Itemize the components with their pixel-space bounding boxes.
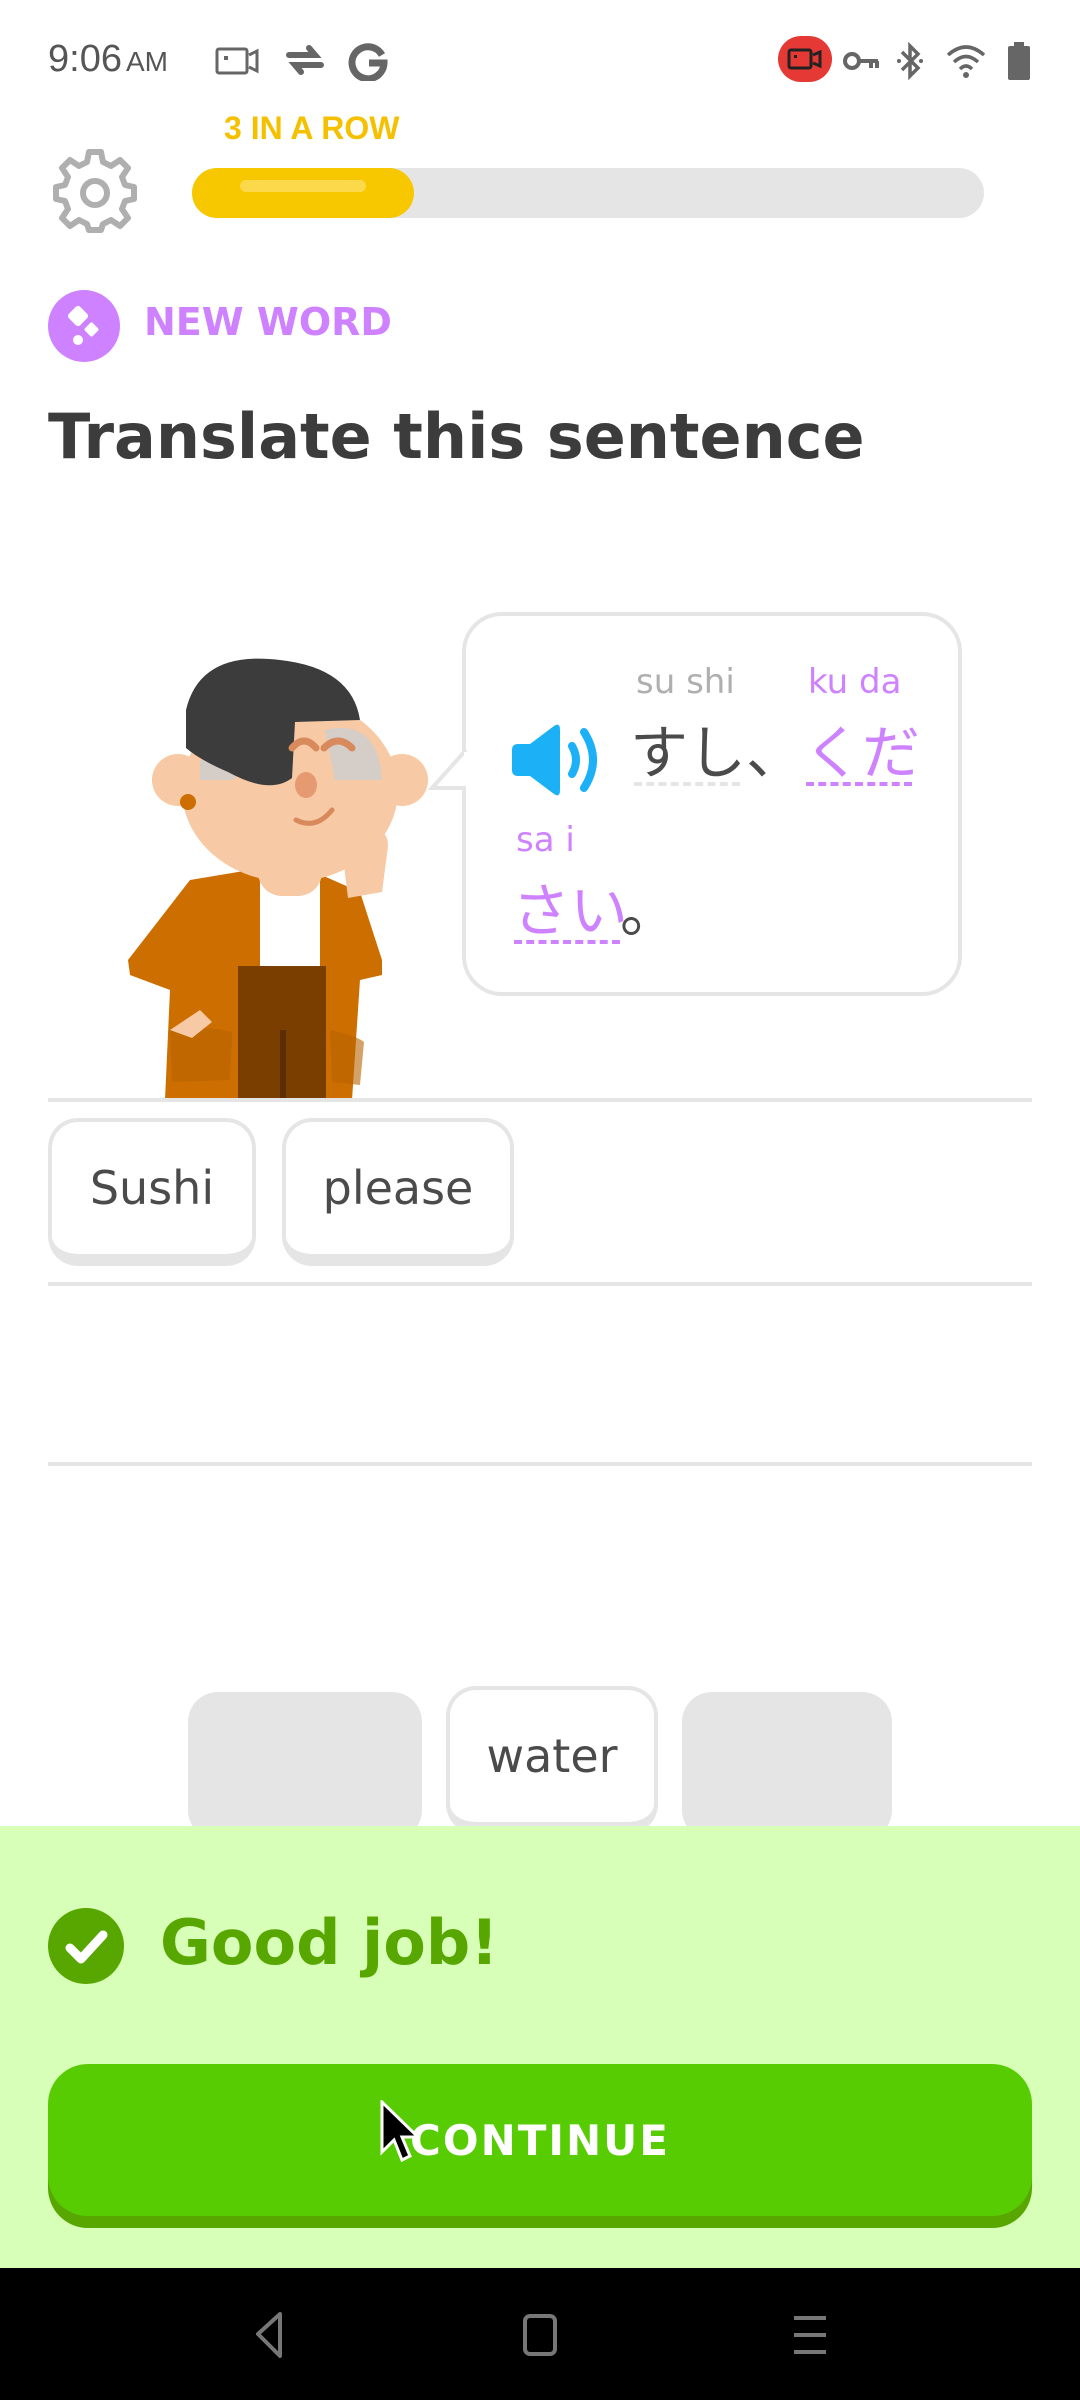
underline-sushi xyxy=(634,782,740,786)
screen-record-icon xyxy=(214,40,260,82)
speaker-icon xyxy=(512,724,597,796)
battery-icon xyxy=(1004,40,1034,82)
bluetooth-icon xyxy=(894,40,926,82)
word-sushi[interactable]: すし、 xyxy=(630,706,804,790)
lesson-progress-bar xyxy=(192,168,984,218)
word-sai[interactable]: さい xyxy=(512,864,628,948)
sync-check-icon xyxy=(282,40,328,82)
continue-button[interactable]: CONTINUE xyxy=(48,2064,1032,2216)
status-bar: 9:06 AM xyxy=(0,0,1080,120)
vpn-key-icon xyxy=(842,40,882,82)
answer-chip-sushi[interactable]: Sushi xyxy=(48,1118,256,1266)
progress-fill xyxy=(192,168,414,218)
nav-back-button[interactable] xyxy=(240,2308,300,2362)
speech-bubble-tail xyxy=(428,748,468,790)
progress-shine xyxy=(240,180,366,192)
time-ampm: AM xyxy=(125,46,168,77)
gear-icon xyxy=(53,149,137,233)
time-text: 9:06 xyxy=(48,38,122,80)
answer-line-top xyxy=(48,1098,1032,1102)
settings-gear-button[interactable] xyxy=(52,148,138,234)
underline-kuda xyxy=(806,782,912,786)
answer-line-bottom xyxy=(48,1462,1032,1466)
underline-sai xyxy=(514,940,620,944)
recording-indicator-icon xyxy=(778,36,832,82)
answer-line-middle xyxy=(48,1282,1032,1286)
check-icon xyxy=(48,1908,124,1984)
word-bank-chip-water[interactable]: water xyxy=(446,1686,658,1834)
punctuation-period: 。 xyxy=(620,877,679,945)
furigana-kuda: ku da xyxy=(808,662,902,702)
back-triangle-icon xyxy=(256,2312,282,2358)
word-bank-slot-empty xyxy=(188,1692,422,1840)
new-word-label: NEW WORD xyxy=(144,300,392,344)
character-illustration xyxy=(120,630,430,1100)
mouse-cursor-icon xyxy=(380,2100,420,2163)
page-title: Translate this sentence xyxy=(48,400,865,473)
answer-chip-please[interactable]: please xyxy=(282,1118,514,1266)
nav-home-button[interactable] xyxy=(510,2308,570,2362)
play-audio-button[interactable] xyxy=(508,720,606,800)
menu-lines-icon xyxy=(794,2316,826,2354)
furigana-sushi: su shi xyxy=(636,662,735,702)
new-word-badge-icon xyxy=(48,290,120,362)
word-bank-slot-empty xyxy=(682,1692,892,1840)
system-nav-bar xyxy=(0,2268,1080,2400)
wifi-icon xyxy=(944,40,988,82)
nav-recents-button[interactable] xyxy=(780,2308,840,2362)
status-time: 9:06 AM xyxy=(48,38,168,81)
word-kuda[interactable]: くだ xyxy=(804,706,920,790)
feedback-message: Good job! xyxy=(160,1906,499,1979)
furigana-sai: sa i xyxy=(516,820,575,860)
streak-label: 3 IN A ROW xyxy=(224,110,400,146)
home-square-icon xyxy=(523,2314,557,2356)
google-icon xyxy=(346,40,390,82)
